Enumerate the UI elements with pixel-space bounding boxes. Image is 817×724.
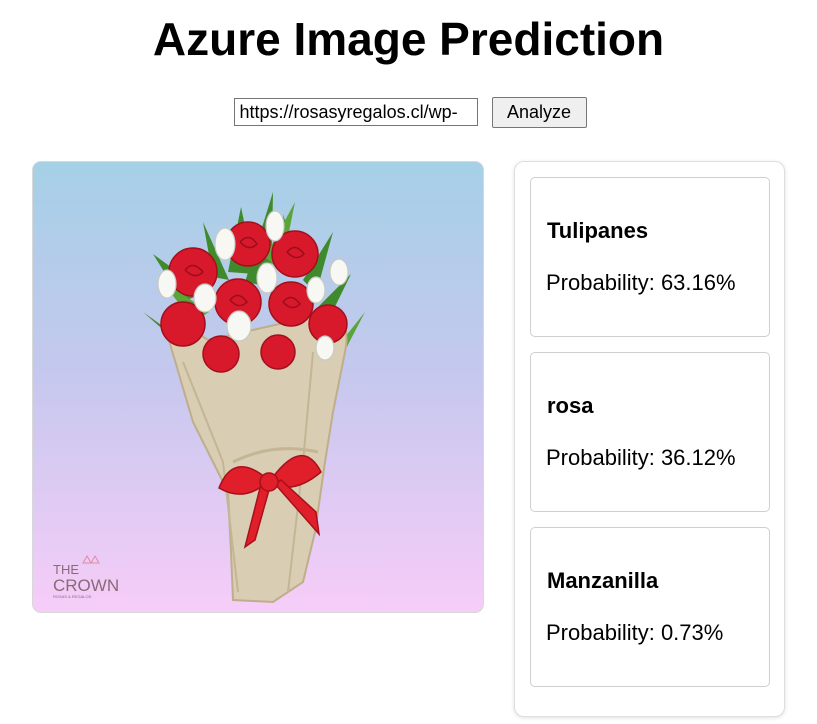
url-form: Analyze [0, 97, 817, 128]
logo-text-top: THE [53, 562, 79, 577]
prediction-card: Manzanilla Probability: 0.73% [530, 527, 770, 687]
prediction-card: rosa Probability: 36.12% [530, 352, 770, 512]
prediction-probability: Probability: 0.73% [546, 620, 724, 645]
prediction-card: Tulipanes Probability: 63.16% [530, 177, 770, 337]
prediction-probability: Probability: 36.12% [546, 445, 736, 470]
crown-icon [82, 554, 100, 565]
logo-text-sub: ROSAS & REGALOS [53, 594, 92, 599]
analyze-button[interactable]: Analyze [491, 97, 587, 128]
bouquet-image: THE CROWN ROSAS & REGALOS [53, 192, 365, 604]
page-title: Azure Image Prediction [152, 13, 665, 65]
analyzed-image: THE CROWN ROSAS & REGALOS [32, 161, 484, 613]
prediction-tag: Manzanilla [547, 568, 659, 593]
prediction-tag: rosa [547, 393, 594, 418]
prediction-tag: Tulipanes [547, 218, 649, 243]
crown-logo: THE CROWN ROSAS & REGALOS [53, 554, 119, 599]
logo-text-main: CROWN [53, 576, 119, 595]
prediction-results: Tulipanes Probability: 63.16% rosa Proba… [514, 161, 785, 717]
image-url-input[interactable] [233, 98, 478, 126]
prediction-probability: Probability: 63.16% [546, 270, 736, 295]
